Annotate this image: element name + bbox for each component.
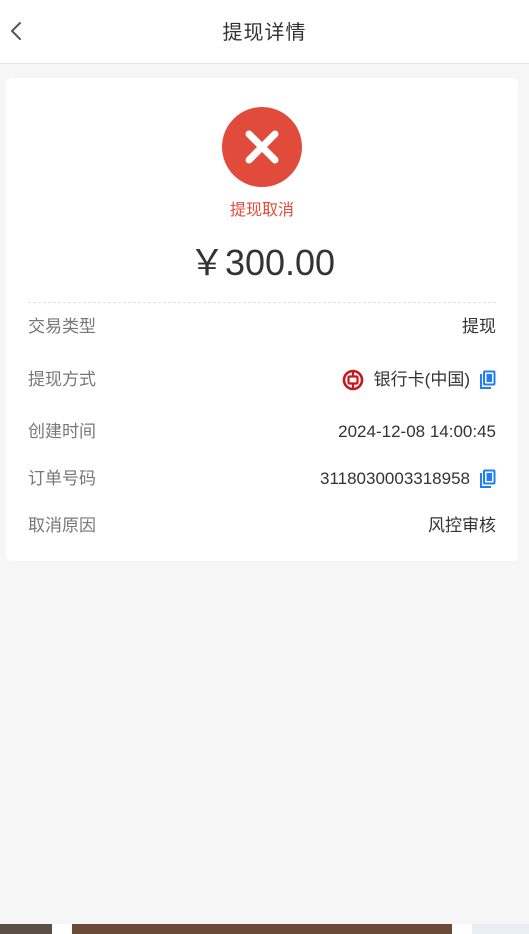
- copy-icon[interactable]: [478, 370, 496, 390]
- bottom-image-strip: [0, 924, 529, 934]
- strip-image-right: [472, 924, 529, 934]
- detail-row-reason: 取消原因 风控审核: [28, 514, 496, 538]
- detail-row-created: 创建时间 2024-12-08 14:00:45: [28, 420, 496, 444]
- type-value: 提现: [462, 315, 496, 339]
- copy-icon[interactable]: [478, 469, 496, 489]
- method-value: 银行卡(中国): [342, 368, 496, 392]
- type-value-text: 提现: [462, 317, 496, 336]
- reason-value-text: 风控审核: [428, 516, 496, 535]
- created-label: 创建时间: [28, 422, 96, 441]
- withdraw-detail-card: 提现取消 ￥300.00 交易类型 提现 提现方式 银行卡(中国) 创建时间 2…: [6, 78, 518, 561]
- order-value-text: 3118030003318958: [319, 469, 470, 488]
- detail-row-order: 订单号码 3118030003318958: [28, 467, 496, 491]
- detail-row-type: 交易类型 提现: [28, 315, 496, 339]
- top-bar: 提现详情: [0, 0, 529, 64]
- page-title: 提现详情: [222, 22, 307, 44]
- strip-image-center: [72, 924, 452, 934]
- strip-image-left: [0, 924, 52, 934]
- created-value-text: 2024-12-08 14:00:45: [338, 422, 496, 441]
- order-value: 3118030003318958: [320, 467, 496, 491]
- method-label: 提现方式: [28, 370, 96, 389]
- status-text: 提现取消: [229, 202, 294, 219]
- method-value-text: 银行卡(中国): [373, 370, 470, 389]
- order-label: 订单号码: [28, 469, 96, 488]
- created-value: 2024-12-08 14:00:45: [338, 420, 496, 444]
- amount: ￥300.00: [188, 242, 336, 283]
- bank-of-china-icon: [342, 369, 363, 391]
- close-circle-icon: [222, 107, 302, 187]
- reason-label: 取消原因: [28, 516, 96, 535]
- detail-row-method: 提现方式 银行卡(中国): [28, 368, 496, 392]
- divider: [28, 302, 496, 303]
- type-label: 交易类型: [28, 317, 96, 336]
- reason-value: 风控审核: [428, 514, 496, 538]
